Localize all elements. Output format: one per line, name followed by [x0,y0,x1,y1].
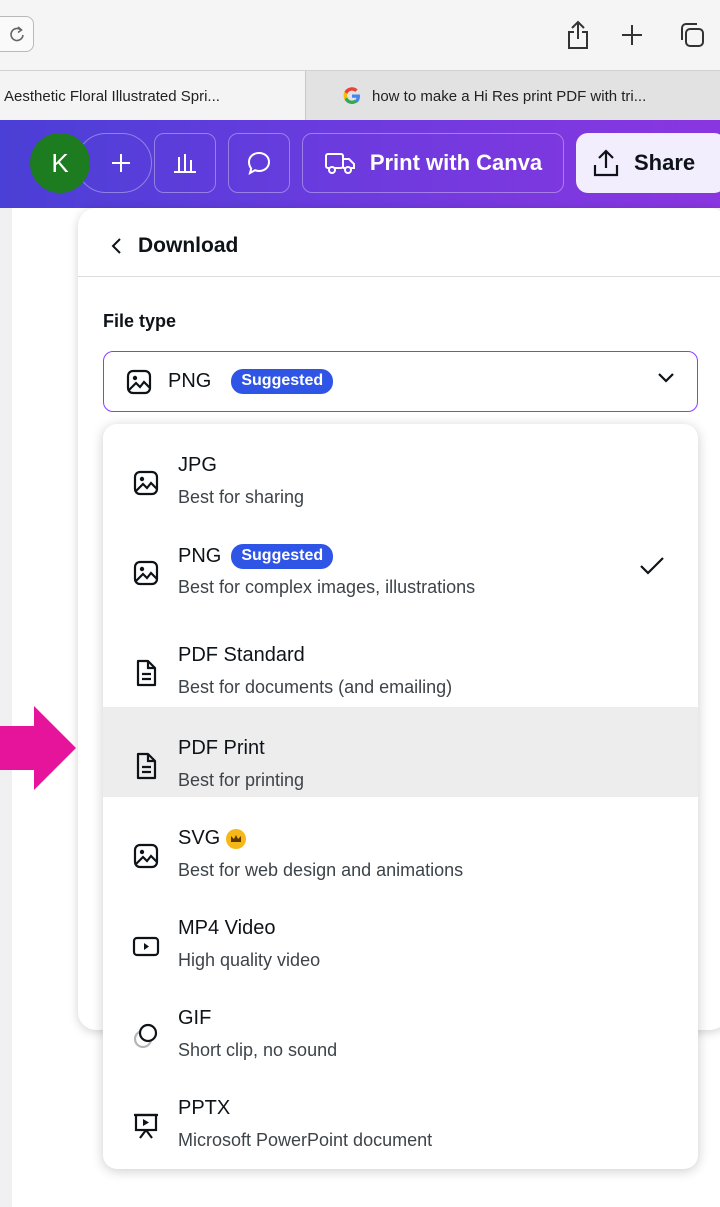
reload-icon [10,26,24,42]
option-title: PDF Standard [178,644,305,666]
panel-title: Download [138,234,239,257]
image-icon [126,369,152,394]
plus-icon [112,154,130,172]
option-title: SVG [178,827,221,849]
option-subtitle: Microsoft PowerPoint document [178,1130,433,1150]
truck-icon [324,153,355,174]
option-title: PPTX [178,1097,231,1119]
divider [78,276,720,277]
tab-floral-design[interactable]: Aesthetic Floral Illustrated Spri... [0,71,306,121]
browser-toolbar [0,0,720,70]
video-icon [131,931,161,961]
pointer-arrow-icon [0,706,76,790]
avatar[interactable]: K [30,133,90,193]
image-icon [131,468,161,498]
tab-strip: Aesthetic Floral Illustrated Spri... how… [0,70,720,121]
back-chevron-icon[interactable] [110,237,122,255]
tab-title: how to make a Hi Res print PDF with tri.… [372,87,647,105]
file-type-option-pptx[interactable]: PPTX Microsoft PowerPoint document [103,1067,698,1157]
new-tab-plus-icon[interactable] [617,20,647,50]
document-icon [131,658,161,688]
file-type-option-jpg[interactable]: JPG Best for sharing [103,424,698,514]
share-icon[interactable] [563,17,593,53]
download-header[interactable]: Download [110,228,238,264]
option-subtitle: Best for complex images, illustrations [178,577,476,597]
option-subtitle: Best for sharing [178,487,305,507]
tab-google-search[interactable]: how to make a Hi Res print PDF with tri.… [306,71,720,121]
upload-icon [593,149,619,177]
insights-button[interactable] [154,133,216,193]
image-icon [131,558,161,588]
share-label: Share [634,150,696,175]
share-button[interactable]: Share [576,133,720,193]
google-icon [342,86,362,106]
option-subtitle: Best for web design and animations [178,860,464,880]
image-icon [131,841,161,871]
file-type-dropdown: JPG Best for sharing PNG Suggested Best … [103,424,698,1169]
suggested-badge: Suggested [231,544,334,569]
tab-title: Aesthetic Floral Illustrated Spri... [4,87,220,105]
tabs-overview-icon[interactable] [676,19,708,51]
print-with-canva-button[interactable]: Print with Canva [302,133,564,193]
file-type-label: File type [103,311,177,331]
option-title: MP4 Video [178,917,276,939]
option-title: PNG [178,545,222,567]
file-type-option-pdf-standard[interactable]: PDF Standard Best for documents (and ema… [103,614,698,704]
comments-button[interactable] [228,133,290,193]
option-title: PDF Print [178,737,265,759]
option-subtitle: High quality video [178,950,321,970]
document-icon [131,751,161,781]
option-subtitle: Short clip, no sound [178,1040,338,1060]
suggested-badge: Suggested [231,369,334,394]
file-type-option-pdf-print[interactable]: PDF Print Best for printing [103,707,698,797]
option-subtitle: Best for documents (and emailing) [178,677,453,697]
comment-icon [247,151,271,176]
crown-icon [226,828,247,849]
selected-file-type: PNG [168,370,212,392]
presentation-icon [131,1111,161,1141]
checkmark-icon [640,557,664,575]
chevron-down-icon [658,373,674,383]
option-title: GIF [178,1007,212,1029]
print-label: Print with Canva [369,150,543,175]
file-type-option-png[interactable]: PNG Suggested Best for complex images, i… [103,514,698,604]
file-type-option-gif[interactable]: GIF Short clip, no sound [103,977,698,1067]
option-title: JPG [178,454,217,476]
chart-icon [174,154,196,173]
file-type-select[interactable]: PNG Suggested [103,351,698,412]
option-subtitle: Best for printing [178,770,305,790]
file-type-option-mp4[interactable]: MP4 Video High quality video [103,887,698,977]
file-type-option-svg[interactable]: SVG Best for web design and animations [103,797,698,887]
reload-button[interactable] [0,16,34,52]
gif-icon [131,1021,161,1051]
